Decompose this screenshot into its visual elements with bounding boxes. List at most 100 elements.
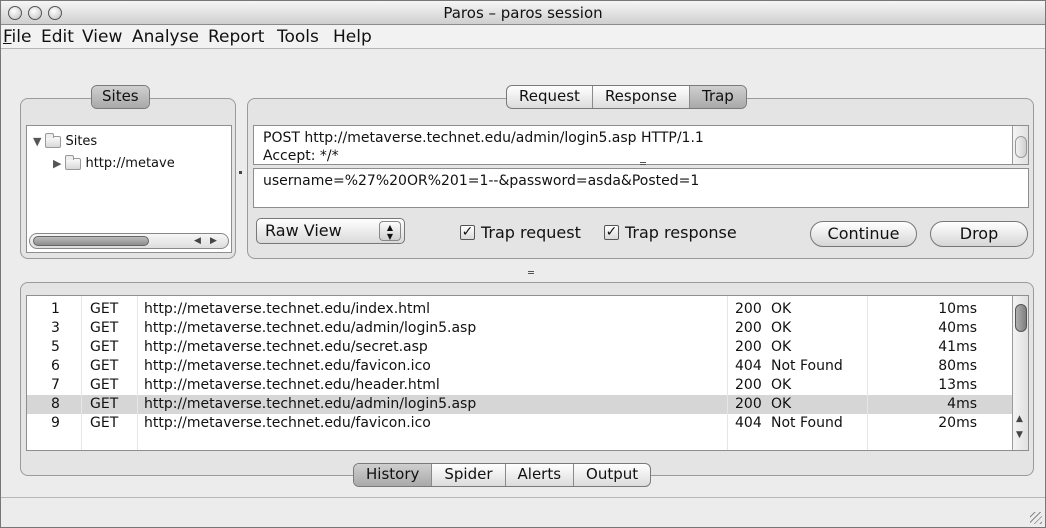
row-method: GET <box>90 396 119 412</box>
history-scroll-thumb[interactable] <box>1015 304 1027 332</box>
scroll-down-icon[interactable]: ▼ <box>1016 430 1023 440</box>
split-pane-divider[interactable] <box>239 171 242 174</box>
trap-body-text: username=%27%20OR%201=1--&password=asda&… <box>263 173 700 189</box>
tab-request[interactable]: Request <box>507 86 593 108</box>
tab-history[interactable]: History <box>354 464 433 486</box>
trap-body-textarea[interactable]: username=%27%20OR%201=1--&password=asda&… <box>253 168 1029 208</box>
tree-node-site[interactable]: ▶ http://metave <box>53 154 175 171</box>
row-id: 7 <box>51 377 60 393</box>
row-time: 80ms <box>938 358 977 374</box>
horizontal-split-divider[interactable] <box>640 162 646 165</box>
column-separator[interactable] <box>137 296 138 450</box>
row-url: http://metaverse.technet.edu/favicon.ico <box>144 358 431 374</box>
history-vertical-scrollbar[interactable]: ▲ ▼ <box>1012 296 1028 450</box>
menu-file[interactable]: File <box>3 27 31 47</box>
tree-node-site-label: http://metave <box>85 156 175 171</box>
drop-button[interactable]: Drop <box>930 221 1028 247</box>
resize-grip-icon[interactable] <box>1030 512 1042 524</box>
view-select[interactable]: Raw View ▲ ▼ <box>256 218 405 244</box>
row-status: OK <box>771 320 792 336</box>
collapse-triangle-icon[interactable]: ▶ <box>53 157 61 170</box>
menu-bar: File Edit View Analyse Report Tools Help <box>1 25 1045 49</box>
row-url: http://metaverse.technet.edu/favicon.ico <box>144 415 431 431</box>
expand-triangle-icon[interactable]: ▼ <box>33 135 41 148</box>
bottom-tab-group: History Spider Alerts Output <box>353 463 652 487</box>
row-id: 5 <box>51 339 60 355</box>
row-method: GET <box>90 358 119 374</box>
menu-report[interactable]: Report <box>208 27 264 47</box>
row-time: 40ms <box>938 320 977 336</box>
request-tab-group: Request Response Trap <box>506 85 747 109</box>
column-separator[interactable] <box>867 296 868 450</box>
row-method: GET <box>90 339 119 355</box>
scroll-left-icon[interactable]: ◀ <box>194 236 201 246</box>
row-status: OK <box>771 396 792 412</box>
status-bar <box>1 497 1045 527</box>
tab-spider[interactable]: Spider <box>432 464 506 486</box>
row-id: 6 <box>51 358 60 374</box>
row-method: GET <box>90 377 119 393</box>
scroll-up-icon[interactable]: ▲ <box>1016 414 1023 424</box>
tab-output[interactable]: Output <box>574 464 650 486</box>
row-method: GET <box>90 320 119 336</box>
column-separator[interactable] <box>81 296 82 450</box>
menu-tools[interactable]: Tools <box>277 27 319 47</box>
sites-panel: ▼ Sites ▶ http://metave ◀ ▶ <box>20 98 236 259</box>
checkmark-icon[interactable]: ✓ <box>460 225 475 240</box>
row-status: OK <box>771 377 792 393</box>
row-id: 3 <box>51 320 60 336</box>
continue-button[interactable]: Continue <box>810 221 917 247</box>
checkmark-icon[interactable]: ✓ <box>604 225 619 240</box>
view-select-value: Raw View <box>265 221 342 240</box>
menu-analyse[interactable]: Analyse <box>132 27 199 47</box>
row-status: OK <box>771 301 792 317</box>
row-url: http://metaverse.technet.edu/admin/login… <box>144 396 477 412</box>
menu-file-label: ile <box>11 27 32 47</box>
header-vertical-scrollbar[interactable] <box>1012 126 1028 164</box>
folder-icon <box>65 154 82 170</box>
window-title: Paros – paros session <box>443 4 603 22</box>
row-code: 200 <box>735 320 762 336</box>
trap-header-textarea[interactable]: POST http://metaverse.technet.edu/admin/… <box>253 125 1029 165</box>
row-code: 200 <box>735 377 762 393</box>
trap-request-label: Trap request <box>481 223 581 242</box>
trap-response-label: Trap response <box>625 223 737 242</box>
title-bar[interactable]: Paros – paros session <box>1 1 1045 25</box>
menu-view[interactable]: View <box>82 27 122 47</box>
row-url: http://metaverse.technet.edu/index.html <box>144 301 431 317</box>
menu-edit[interactable]: Edit <box>41 27 74 47</box>
history-panel: 1 GET http://metaverse.technet.edu/index… <box>20 282 1034 476</box>
row-method: GET <box>90 301 119 317</box>
row-url: http://metaverse.technet.edu/admin/login… <box>144 320 477 336</box>
tree-node-sites[interactable]: ▼ Sites <box>33 132 97 149</box>
folder-icon <box>45 132 62 148</box>
tab-alerts[interactable]: Alerts <box>506 464 575 486</box>
sites-scroll-thumb[interactable] <box>33 236 149 246</box>
row-time: 41ms <box>938 339 977 355</box>
sites-horizontal-scrollbar[interactable]: ◀ ▶ <box>29 233 229 249</box>
header-scroll-thumb[interactable] <box>1015 136 1027 158</box>
menu-help[interactable]: Help <box>333 27 372 47</box>
app-window: Paros – paros session File Edit View Ana… <box>0 0 1046 528</box>
scroll-right-icon[interactable]: ▶ <box>210 236 217 246</box>
tab-trap[interactable]: Trap <box>689 86 746 108</box>
tab-response[interactable]: Response <box>593 86 690 108</box>
request-panel: POST http://metaverse.technet.edu/admin/… <box>247 98 1034 259</box>
row-code: 200 <box>735 301 762 317</box>
row-time: 20ms <box>938 415 977 431</box>
row-url: http://metaverse.technet.edu/secret.asp <box>144 339 428 355</box>
column-separator[interactable] <box>727 296 728 450</box>
trap-header-line: POST http://metaverse.technet.edu/admin/… <box>263 130 704 146</box>
tab-sites[interactable]: Sites <box>92 86 149 108</box>
history-table[interactable]: 1 GET http://metaverse.technet.edu/index… <box>26 295 1029 451</box>
vertical-split-divider[interactable] <box>528 271 534 274</box>
select-arrows-icon: ▲ ▼ <box>379 221 401 241</box>
row-method: GET <box>90 415 119 431</box>
row-code: 404 <box>735 358 762 374</box>
trap-response-checkbox[interactable]: ✓ Trap response <box>604 223 737 242</box>
row-time: 4ms <box>947 396 977 412</box>
trap-request-checkbox[interactable]: ✓ Trap request <box>460 223 581 242</box>
row-id: 9 <box>51 415 60 431</box>
row-time: 13ms <box>938 377 977 393</box>
sites-tree[interactable]: ▼ Sites ▶ http://metave ◀ ▶ <box>26 125 232 253</box>
